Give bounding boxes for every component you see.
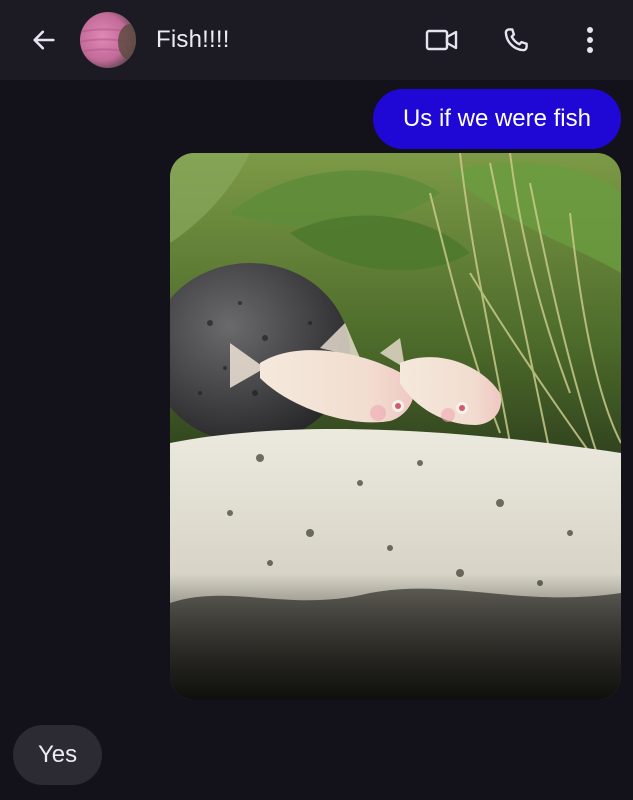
- phone-call-button[interactable]: [494, 18, 538, 62]
- outgoing-message-bubble[interactable]: Us if we were fish: [372, 89, 621, 149]
- contact-name[interactable]: Fish!!!!: [156, 26, 230, 54]
- back-button[interactable]: [22, 20, 66, 60]
- more-vert-icon: [587, 27, 593, 53]
- phone-icon: [504, 28, 528, 52]
- more-options-button[interactable]: [572, 20, 608, 60]
- message-thread[interactable]: Us if we were fish Yes: [0, 80, 633, 800]
- video-call-button[interactable]: [420, 20, 464, 60]
- incoming-message-bubble[interactable]: Yes: [13, 725, 103, 785]
- avatar[interactable]: [80, 12, 136, 68]
- video-call-icon: [425, 29, 458, 51]
- back-arrow-icon: [33, 30, 55, 50]
- image-attachment[interactable]: [170, 153, 621, 700]
- top-app-bar: Fish!!!!: [0, 0, 633, 80]
